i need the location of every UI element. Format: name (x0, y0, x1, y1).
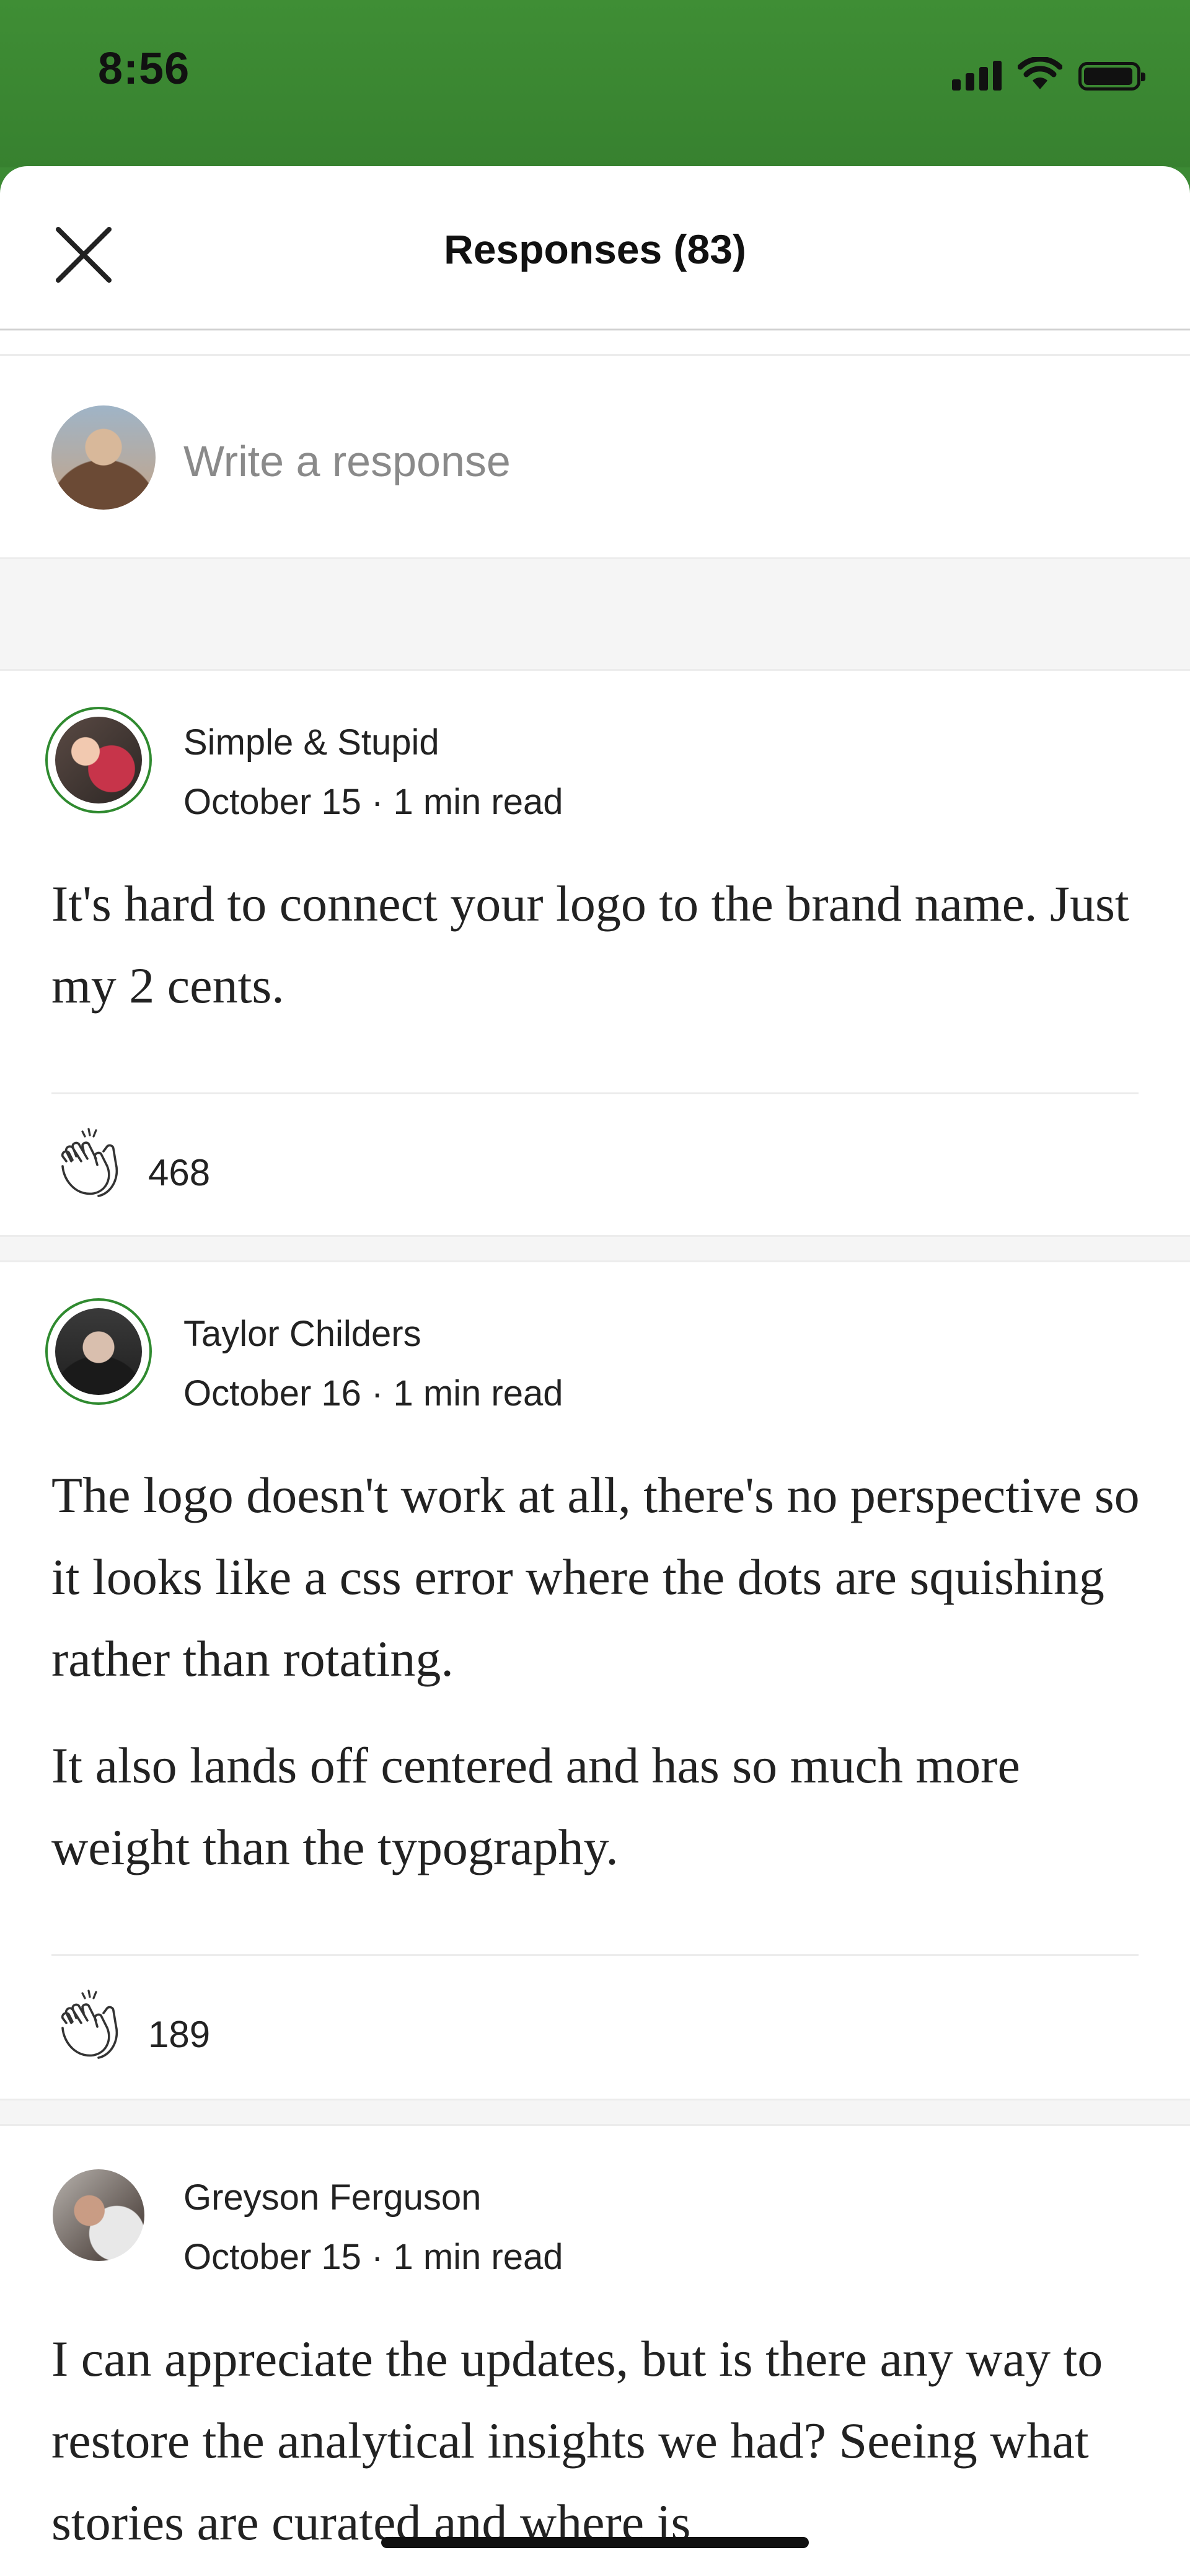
avatar-image (55, 717, 142, 803)
responses-sheet: Responses (83) Write a response Simple &… (0, 166, 1190, 2576)
clap-icon[interactable] (51, 1986, 131, 2065)
response-meta: October 16 · 1 min read (183, 1373, 563, 1414)
clap-row: 189 (51, 1954, 1139, 2099)
author-avatar[interactable] (45, 707, 152, 813)
response-separator (0, 1237, 1190, 1262)
battery-icon (1078, 62, 1145, 91)
write-response-input[interactable]: Write a response (183, 436, 511, 486)
response-paragraph: I can appreciate the updates, but is the… (51, 2330, 1103, 2551)
response-paragraph: It also lands off centered and has so mu… (51, 1737, 1020, 1875)
sheet-header: Responses (83) (0, 166, 1190, 330)
clap-count: 468 (148, 1152, 211, 1193)
avatar-image (53, 2169, 144, 2261)
page-title: Responses (83) (444, 226, 746, 272)
compose-response[interactable]: Write a response (0, 356, 1190, 559)
response-body: It's hard to connect your logo to the br… (51, 863, 1140, 1027)
section-divider (0, 559, 1190, 671)
response-meta: October 15 · 1 min read (183, 782, 563, 822)
status-bar: 8:56 (0, 0, 1190, 167)
wifi-icon (1018, 57, 1062, 89)
response-card: Taylor Childers October 16 · 1 min read … (0, 1262, 1190, 2100)
response-paragraph: The logo doesn't work at all, there's no… (51, 1467, 1140, 1687)
response-body: I can appreciate the updates, but is the… (51, 2318, 1140, 2564)
author-name[interactable]: Greyson Ferguson (183, 2177, 481, 2218)
user-avatar (51, 405, 156, 510)
author-avatar[interactable] (45, 1298, 152, 1405)
avatar-image (55, 1308, 142, 1395)
clap-count: 189 (148, 2014, 211, 2055)
response-card: Greyson Ferguson October 15 · 1 min read… (0, 2126, 1190, 2576)
status-time: 8:56 (98, 44, 190, 94)
response-card: Simple & Stupid October 15 · 1 min read … (0, 671, 1190, 1237)
response-paragraph: It's hard to connect your logo to the br… (51, 875, 1129, 1014)
response-separator (0, 2100, 1190, 2126)
divider (0, 330, 1190, 356)
author-name[interactable]: Taylor Childers (183, 1313, 421, 1355)
clap-row: 468 (51, 1092, 1139, 1237)
author-avatar[interactable] (45, 2162, 152, 2268)
status-icons (952, 53, 1145, 91)
home-indicator[interactable] (381, 2537, 809, 2548)
clap-icon[interactable] (51, 1124, 131, 1203)
response-meta: October 15 · 1 min read (183, 2237, 563, 2277)
author-name[interactable]: Simple & Stupid (183, 722, 439, 763)
cellular-signal-icon (952, 58, 1002, 91)
response-body: The logo doesn't work at all, there's no… (51, 1454, 1140, 1888)
